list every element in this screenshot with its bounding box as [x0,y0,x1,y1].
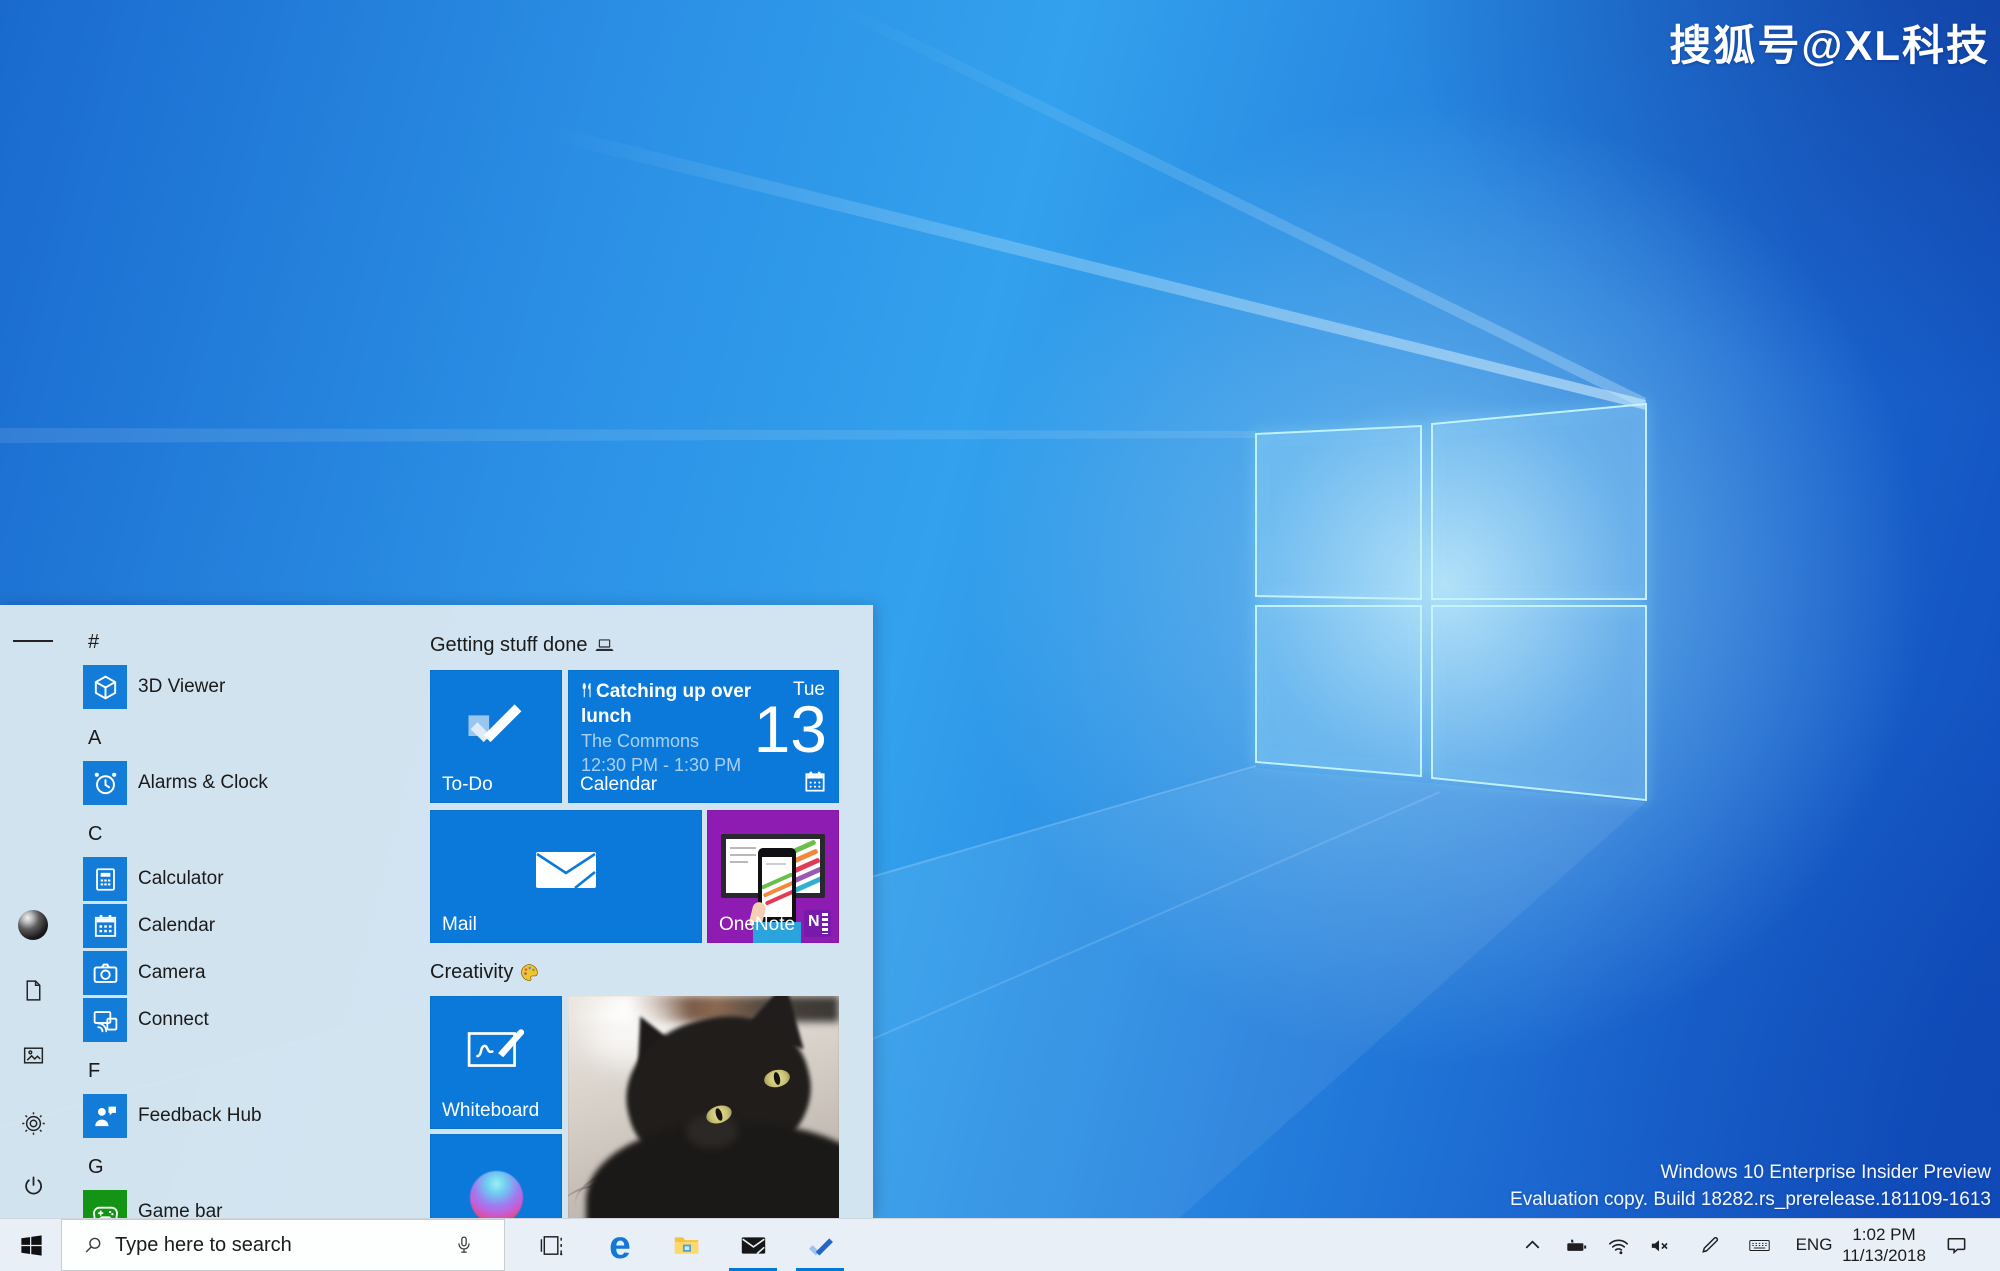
tile-label: Calendar [580,774,658,795]
wifi-icon [1608,1239,1628,1254]
mail-envelope-icon [536,852,596,890]
file-explorer-button[interactable] [662,1219,710,1271]
laptop-emoji [594,638,614,651]
pen-icon [1701,1236,1718,1253]
tile-photo-cat[interactable] [568,996,839,1218]
tile-group-creativity[interactable]: Creativity [430,960,539,984]
task-view-button[interactable] [528,1219,576,1271]
tile-todo[interactable]: To-Do [430,670,562,803]
todo-check-icon [468,704,522,743]
tile-mail[interactable]: Mail [430,810,702,943]
tray-overflow-button[interactable] [1515,1219,1549,1271]
onenote-logo-icon: N [804,910,831,937]
battery-icon [1566,1238,1586,1251]
tile-calendar[interactable]: Catching up over lunch The Commons 12:30… [568,670,839,803]
calendar-glyph-icon [805,771,825,792]
desktop: 搜狐号@XL科技 Windows 10 Enterprise Insider P… [0,0,2000,1271]
microphone-icon[interactable] [454,1235,474,1255]
touch-keyboard[interactable] [1742,1219,1776,1271]
build-line-2: Evaluation copy. Build 18282.rs_prerelea… [1510,1189,1991,1210]
edge-icon: e [609,1223,631,1267]
mail-button[interactable] [729,1219,777,1271]
event-location: The Commons [581,731,700,751]
taskbar: Type here to search e ENG 1:02 PM 11/13/… [0,1218,2000,1271]
tray-time: 1:02 PM [1852,1225,1916,1244]
volume-muted-icon [1651,1239,1668,1251]
tile-area: Getting stuff done To-Do Catching up ove… [0,605,873,1218]
start-menu: #3D Viewer A Alarms & Clock C Calculator Cale… [0,605,873,1218]
insider-build-watermark: Windows 10 Enterprise Insider Preview Ev… [1510,1159,1991,1213]
search-icon [85,1237,101,1252]
pen-settings[interactable] [1692,1219,1726,1271]
event-title: Catching up over lunch [581,681,752,727]
tile-whiteboard[interactable]: Whiteboard [430,996,562,1129]
tile-label: Whiteboard [442,1100,540,1121]
cortana-icon [470,1171,523,1218]
tile-label: Mail [442,914,477,935]
palette-emoji [521,963,539,981]
sohu-watermark: 搜狐号@XL科技 [1669,22,1990,69]
todo-icon [808,1237,833,1256]
meal-icon [582,683,591,698]
chevron-up-icon [1525,1239,1539,1249]
language-indicator[interactable]: ENG [1794,1219,1834,1271]
start-button[interactable] [7,1219,55,1271]
tile-label: OneNote [719,914,796,935]
tile-onenote[interactable]: N OneNote [707,810,839,943]
action-center-icon [1947,1237,1965,1254]
volume-status[interactable] [1642,1219,1676,1271]
group-title: Creativity [430,961,514,983]
task-view-icon [540,1235,562,1255]
network-status[interactable] [1601,1219,1635,1271]
calendar-day: 13 [753,692,827,766]
build-line-1: Windows 10 Enterprise Insider Preview [1660,1162,1991,1183]
action-center-button[interactable] [1939,1219,1973,1271]
tile-label: To-Do [442,774,493,795]
mail-icon [741,1236,765,1254]
group-title: Getting stuff done [430,634,588,656]
tray-date: 11/13/2018 [1842,1246,1926,1265]
search-input[interactable]: Type here to search [61,1219,505,1271]
whiteboard-icon [467,1029,525,1067]
edge-button[interactable]: e [596,1219,644,1271]
todo-button[interactable] [796,1219,844,1271]
windows-logo [1255,402,1647,802]
touch-keyboard-icon [1748,1239,1770,1251]
tile-cortana[interactable] [430,1134,562,1218]
search-placeholder: Type here to search [115,1233,292,1256]
battery-status[interactable] [1559,1219,1593,1271]
windows-start-icon [20,1234,42,1256]
file-explorer-icon [674,1236,698,1254]
clock[interactable]: 1:02 PM 11/13/2018 [1838,1219,1930,1271]
calendar-event: Catching up over lunch The Commons 12:30… [581,679,759,777]
tile-group-getting-stuff-done[interactable]: Getting stuff done [430,633,614,657]
